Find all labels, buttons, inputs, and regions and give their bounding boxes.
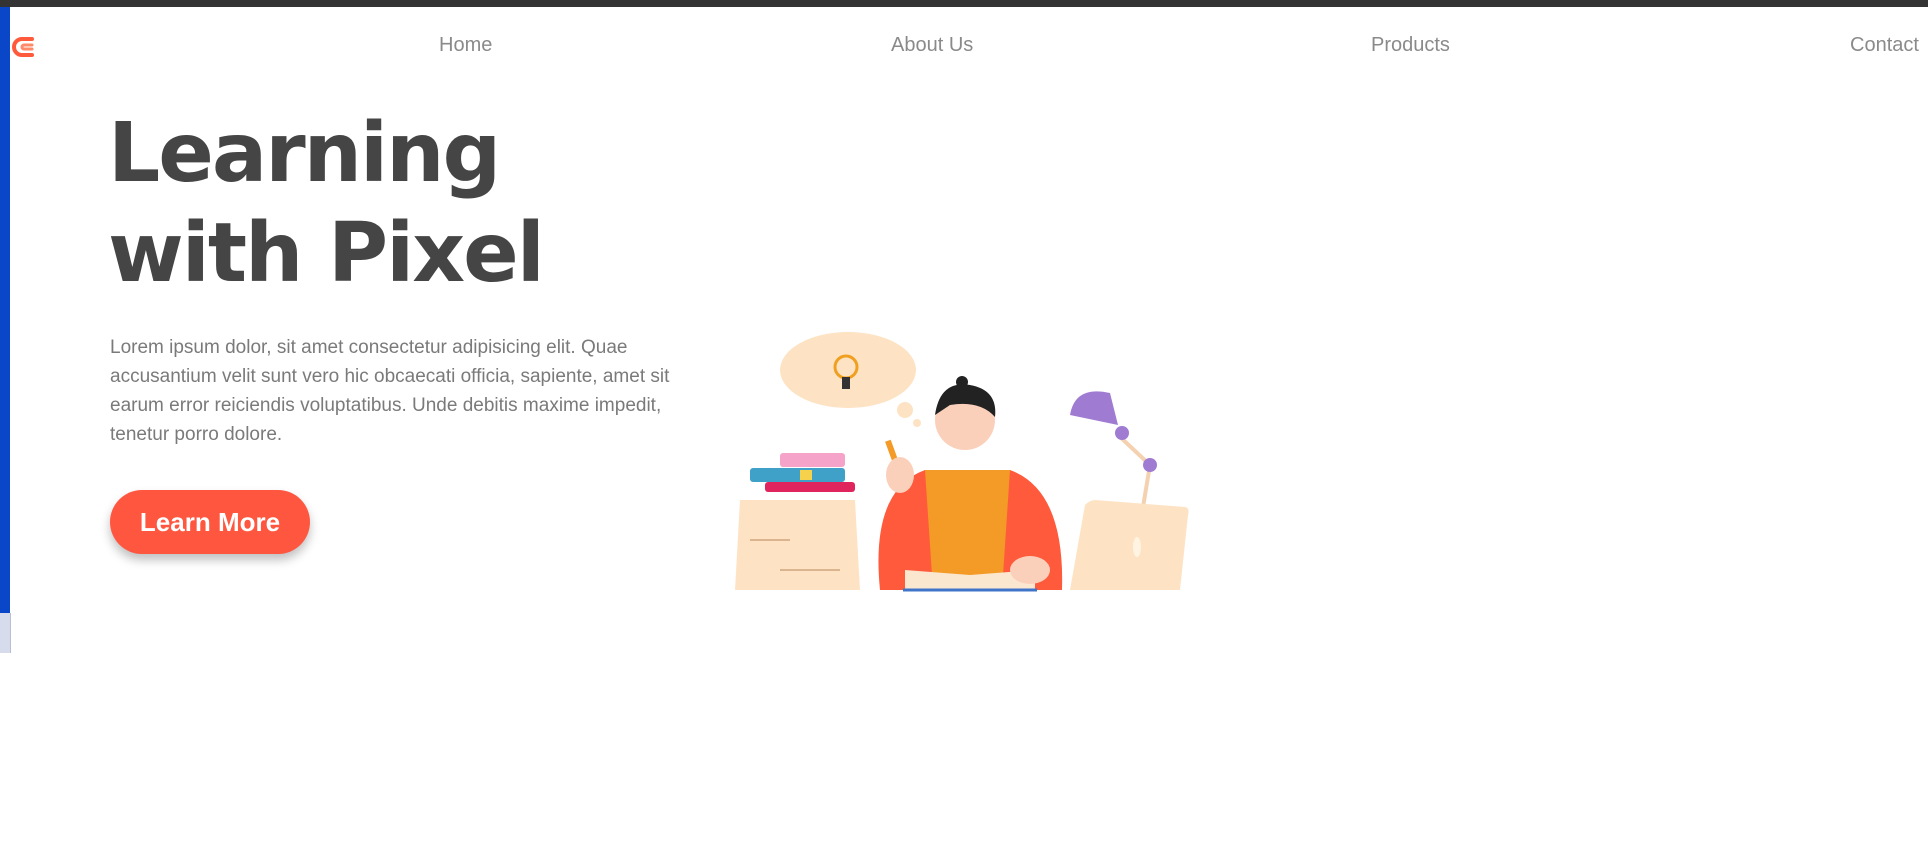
nav-contact-link[interactable]: Contact <box>1850 34 1919 57</box>
top-bar <box>0 0 1928 7</box>
hero-title-line-2: with Pixel <box>108 206 545 301</box>
hero-description: Lorem ipsum dolor, sit amet consectetur … <box>110 337 670 445</box>
nav-home-link[interactable]: Home <box>439 34 492 57</box>
c-arrow-logo-icon[interactable] <box>12 35 40 59</box>
left-edge-strip <box>0 7 10 613</box>
hero-title: Learning with Pixel <box>108 104 545 304</box>
student-studying-illustration <box>735 332 1189 592</box>
nav-about-link[interactable]: About Us <box>891 34 973 57</box>
nav-products-link[interactable]: Products <box>1371 34 1450 57</box>
hero-title-line-1: Learning <box>108 106 501 201</box>
left-edge-scroll[interactable] <box>0 613 11 653</box>
learn-more-button[interactable]: Learn More <box>110 490 310 554</box>
